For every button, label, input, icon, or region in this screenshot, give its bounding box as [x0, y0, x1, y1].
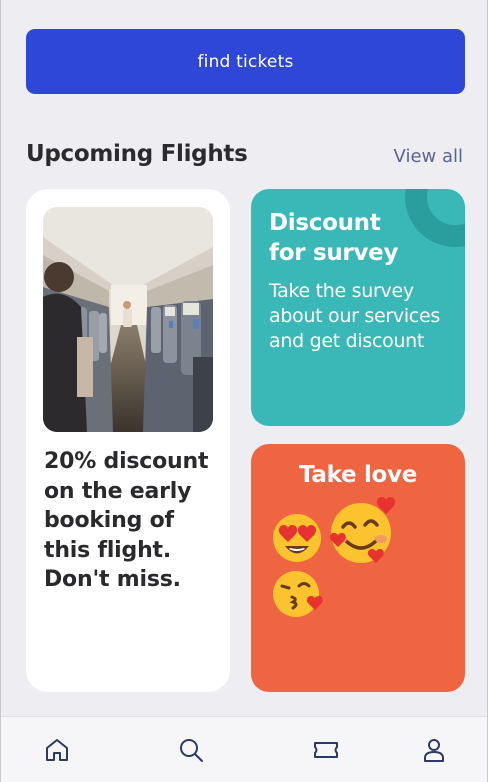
promo-text: 20% discount on the early booking of thi… — [44, 449, 209, 592]
heart-eyes-emoji-icon — [273, 514, 321, 562]
airplane-cabin-photo — [43, 207, 213, 432]
search-icon — [180, 739, 203, 762]
love-title: Take love — [298, 462, 418, 488]
nav-profile[interactable] — [419, 735, 449, 765]
ticket-icon — [314, 742, 338, 758]
kissing-face-emoji-icon — [273, 571, 323, 617]
flight-promo-card[interactable]: 20% discount on the early booking of thi… — [26, 189, 230, 692]
user-icon — [424, 739, 444, 762]
nav-search[interactable] — [176, 735, 206, 765]
love-card[interactable]: Take love — [251, 444, 465, 692]
find-tickets-button[interactable]: find tickets — [26, 29, 465, 94]
smiling-hearts-emoji-icon — [329, 497, 396, 563]
home-icon — [46, 739, 68, 761]
bottom-navigation — [1, 716, 487, 782]
survey-body: Take the survey about our services and g… — [269, 280, 440, 352]
section-title: Upcoming Flights — [26, 141, 248, 167]
view-all-link[interactable]: View all — [394, 146, 463, 167]
survey-card[interactable]: Discount for survey Take the survey abou… — [251, 189, 465, 426]
survey-title: Discount for survey — [269, 210, 399, 266]
nav-home[interactable] — [42, 735, 72, 765]
nav-tickets[interactable] — [311, 735, 341, 765]
